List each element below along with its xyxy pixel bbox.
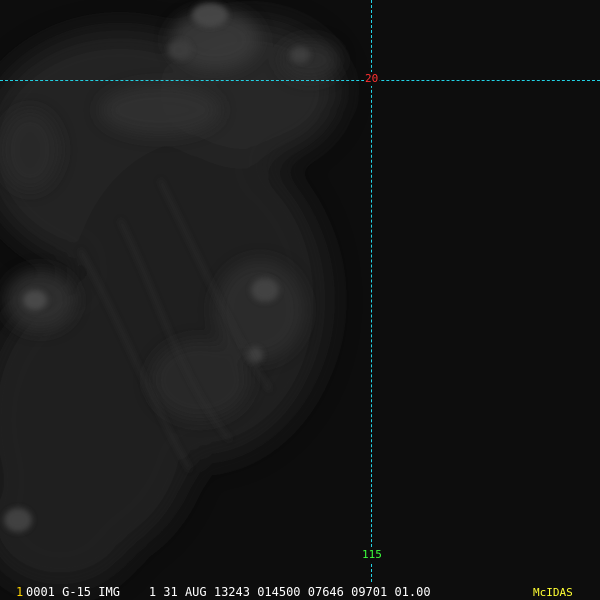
- mcidas-brand-label: McIDAS: [533, 586, 573, 599]
- latitude-grid-line: [0, 80, 600, 81]
- frame-number: 1: [16, 585, 24, 599]
- longitude-label: 115: [361, 548, 383, 562]
- satellite-image-viewer: 20 115 1 0001 G-15 IMG 1 31 AUG 13243 01…: [0, 0, 600, 600]
- latitude-label: 20: [364, 72, 380, 86]
- longitude-grid-line: [371, 0, 372, 582]
- satellite-cloud-image: [0, 0, 600, 600]
- image-header-text: 0001 G-15 IMG 1 31 AUG 13243 014500 0764…: [26, 585, 431, 599]
